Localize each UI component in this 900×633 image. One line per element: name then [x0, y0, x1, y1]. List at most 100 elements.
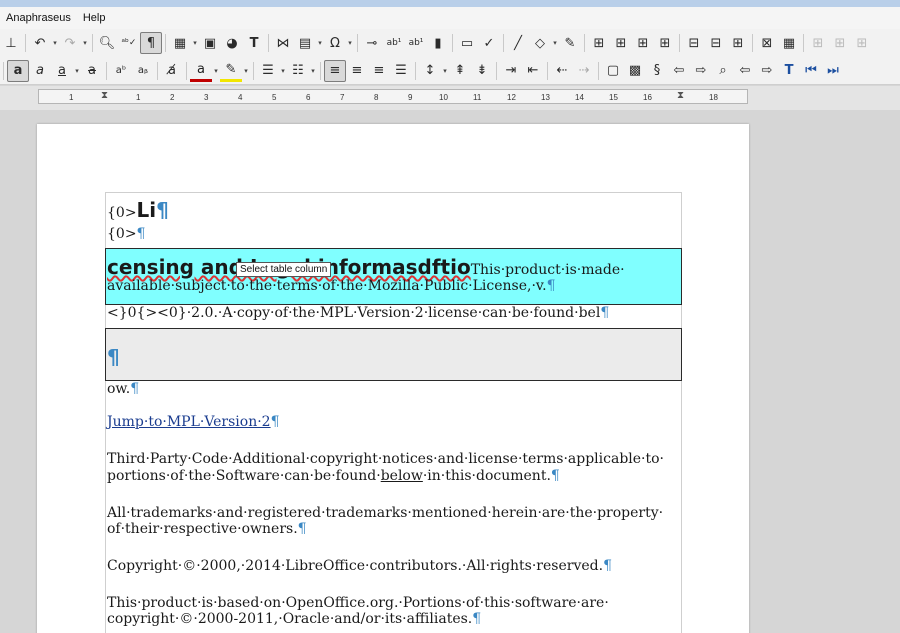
line-spacing-icon[interactable]: ↕ — [419, 60, 441, 82]
paragraph-2[interactable]: {0>¶ — [107, 226, 145, 242]
strikethrough-icon[interactable]: a — [81, 60, 103, 82]
decrease-paragraph-spacing-icon[interactable]: ⇟ — [471, 60, 493, 82]
numbered-list-icon[interactable]: ☷ — [287, 60, 309, 82]
text-t-icon[interactable]: T — [778, 60, 800, 82]
superscript-icon[interactable]: aᵇ — [110, 60, 132, 82]
table-cell-target[interactable] — [105, 328, 682, 381]
spelling-icon[interactable]: ᵃᵇ✓ — [118, 32, 140, 54]
last-icon[interactable]: ⏭ — [822, 60, 844, 82]
anaphraseus-disabled-1-icon[interactable]: ⊞ — [807, 32, 829, 54]
clear-formatting-icon[interactable]: a̸ — [161, 60, 183, 82]
insert-image-icon[interactable]: ▣ — [199, 32, 221, 54]
footnote-icon[interactable]: ab¹ — [383, 32, 405, 54]
font-color-dropdown-icon[interactable]: ▾ — [212, 67, 220, 75]
anaphraseus-get-icon[interactable]: ⊞ — [632, 32, 654, 54]
justify-icon[interactable]: ☰ — [390, 60, 412, 82]
draw-functions-icon[interactable]: ✎ — [559, 32, 581, 54]
menu-anaphraseus[interactable]: Anaphraseus — [6, 12, 71, 24]
anaphraseus-disabled-2-icon[interactable]: ⊞ — [829, 32, 851, 54]
insert-field-icon[interactable]: ▤ — [294, 32, 316, 54]
line-spacing-dropdown-icon[interactable]: ▾ — [441, 67, 449, 75]
align-right-icon[interactable]: ≡ — [368, 60, 390, 82]
wrap-icon[interactable]: § — [646, 60, 668, 82]
document-canvas[interactable]: {0>Li¶ {0>¶ censing and Legal informasdf… — [0, 110, 900, 633]
bookmark-icon[interactable]: ▮ — [427, 32, 449, 54]
paragraph-3[interactable]: <}0{><0}·2.0.·A·copy·of·the·MPL·Version·… — [107, 305, 609, 321]
frame-icon[interactable]: ▢ — [602, 60, 624, 82]
find-replace-icon[interactable]: 🔍︎ — [96, 32, 118, 54]
page-break-icon[interactable]: ⋈ — [272, 32, 294, 54]
insert-chart-icon[interactable]: ◕ — [221, 32, 243, 54]
jump-to-mpl-link[interactable]: Jump·to·MPL·Version·2 — [107, 414, 271, 430]
paragraph-link[interactable]: Jump·to·MPL·Version·2¶ — [107, 414, 280, 430]
text-direction-right-icon[interactable]: ⇢ — [573, 60, 595, 82]
underline-dropdown-icon[interactable]: ▾ — [73, 67, 81, 75]
paragraph-7[interactable]: Copyright·©·2000,·2014·LibreOffice·contr… — [107, 558, 612, 574]
anchor-forward-icon[interactable]: ⇨ — [690, 60, 712, 82]
paragraph-1[interactable]: {0>Li¶ — [107, 198, 169, 225]
align-left-icon[interactable]: ≡ — [324, 59, 346, 82]
paragraph-6-line-1[interactable]: All·trademarks·and·registered·trademarks… — [107, 505, 663, 521]
previous-icon[interactable]: ⇦ — [734, 60, 756, 82]
anaphraseus-segment-icon[interactable]: ⊞ — [610, 32, 632, 54]
increase-paragraph-spacing-icon[interactable]: ⇞ — [449, 60, 471, 82]
right-indent-marker-icon[interactable]: ⧗ — [677, 90, 684, 101]
endnote-icon[interactable]: ab¹ — [405, 32, 427, 54]
hyperlink-icon[interactable]: ⊸ — [361, 32, 383, 54]
anaphraseus-close-icon[interactable]: ⊟ — [705, 32, 727, 54]
anaphraseus-next-icon[interactable]: ⊟ — [683, 32, 705, 54]
special-character-icon[interactable]: Ω — [324, 32, 346, 54]
bullet-list-icon[interactable]: ☰ — [257, 60, 279, 82]
anaphraseus-set-icon[interactable]: ⊞ — [654, 32, 676, 54]
bullet-dropdown-icon[interactable]: ▾ — [279, 67, 287, 75]
paragraph-8-line-2[interactable]: copyright·©·2000-2011,·Oracle·and/or·its… — [107, 611, 481, 627]
zoom-page-icon[interactable]: ⌕ — [712, 60, 734, 82]
menu-help[interactable]: Help — [83, 12, 106, 24]
first-icon[interactable]: ⏮ — [800, 60, 822, 82]
highlight-color-icon[interactable]: ✎ — [220, 60, 242, 82]
shapes-dropdown-icon[interactable]: ▾ — [551, 39, 559, 47]
image-frame-icon[interactable]: ▩ — [624, 60, 646, 82]
italic-icon[interactable]: a — [29, 60, 51, 82]
comment-icon[interactable]: ▭ — [456, 32, 478, 54]
anaphraseus-setup-icon[interactable]: ⊞ — [588, 32, 610, 54]
undo-dropdown-icon[interactable]: ▾ — [51, 39, 59, 47]
increase-indent-icon[interactable]: ⇥ — [500, 60, 522, 82]
table-dropdown-icon[interactable]: ▾ — [191, 39, 199, 47]
insert-textbox-icon[interactable]: T — [243, 32, 265, 54]
undo-icon[interactable]: ↶ — [29, 32, 51, 54]
highlight-dropdown-icon[interactable]: ▾ — [242, 67, 250, 75]
anaphraseus-table-icon[interactable]: ▦ — [778, 32, 800, 54]
insert-table-icon[interactable]: ▦ — [169, 32, 191, 54]
track-changes-icon[interactable]: ✓ — [478, 32, 500, 54]
basic-shapes-icon[interactable]: ◇ — [529, 32, 551, 54]
paragraph-5-line-2[interactable]: portions·of·the·Software·can·be·found·be… — [107, 468, 560, 484]
anaphraseus-disabled-3-icon[interactable]: ⊞ — [851, 32, 873, 54]
bold-a-icon[interactable]: a — [7, 59, 29, 82]
line-icon[interactable]: ╱ — [507, 32, 529, 54]
decrease-indent-icon[interactable]: ⇤ — [522, 60, 544, 82]
document-page[interactable]: {0>Li¶ {0>¶ censing and Legal informasdf… — [37, 124, 749, 633]
redo-icon[interactable]: ↷ — [59, 32, 81, 54]
cell-2-content[interactable]: ¶ — [107, 346, 120, 371]
anchor-back-icon[interactable]: ⇦ — [668, 60, 690, 82]
redo-dropdown-icon[interactable]: ▾ — [81, 39, 89, 47]
horizontal-ruler[interactable]: ⧗ 1 1 2 3 4 5 6 7 8 9 10 11 12 13 14 15 … — [38, 89, 748, 104]
cell-1-line-2[interactable]: available·subject·to·the·terms·of·the·Mo… — [107, 278, 556, 294]
font-color-icon[interactable]: a — [190, 60, 212, 82]
left-indent-marker-icon[interactable]: ⧗ — [101, 90, 108, 101]
paragraph-6-line-2[interactable]: of·their·respective·owners.¶ — [107, 521, 307, 537]
formatting-marks-icon[interactable]: ¶ — [140, 32, 162, 54]
paragraph-8-line-1[interactable]: This·product·is·based·on·OpenOffice.org.… — [107, 595, 609, 611]
numbered-dropdown-icon[interactable]: ▾ — [309, 67, 317, 75]
anaphraseus-tm-icon[interactable]: ⊠ — [756, 32, 778, 54]
special-character-dropdown-icon[interactable]: ▾ — [346, 39, 354, 47]
underline-icon[interactable]: a — [51, 60, 73, 82]
paragraph-4[interactable]: ow.¶ — [107, 381, 139, 397]
align-center-icon[interactable]: ≡ — [346, 60, 368, 82]
below-link[interactable]: below — [381, 468, 423, 484]
text-direction-left-icon[interactable]: ⇠ — [551, 60, 573, 82]
subscript-icon[interactable]: aᵦ — [132, 60, 154, 82]
next-icon[interactable]: ⇨ — [756, 60, 778, 82]
clone-formatting-icon[interactable]: ⊥ — [0, 32, 22, 54]
